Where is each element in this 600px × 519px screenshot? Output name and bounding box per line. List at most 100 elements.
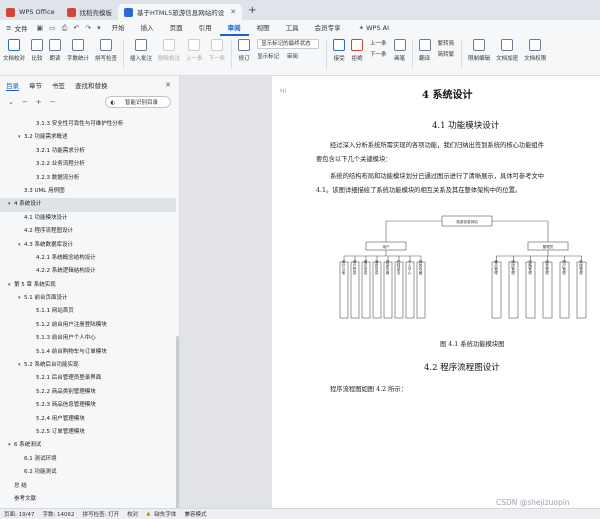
outline-item[interactable]: 5.2.3 商品信息管理模块 xyxy=(0,399,176,412)
outline-item[interactable]: 4.2 程序流程图设计 xyxy=(0,225,176,238)
outline-item[interactable]: 3.2.2 业务流程分析 xyxy=(0,158,176,171)
convert-options: 繁转简 简转繁 xyxy=(438,39,455,58)
prev-comment-button[interactable]: 上一条 xyxy=(186,39,203,62)
menu-home[interactable]: 开始 xyxy=(104,20,133,36)
page-count[interactable]: 页面: 19/47 xyxy=(4,510,34,518)
outline-item[interactable]: 5.2.4 用户管理模块 xyxy=(0,413,176,426)
outline-item[interactable]: 3.1.3 安全性可靠性与可维护性分析 xyxy=(0,118,176,131)
outline-item[interactable]: 5.1.4 前台购物车与订单模块 xyxy=(0,346,176,359)
outline-item[interactable]: ▾ 5.1 前台页面设计 xyxy=(0,292,176,305)
outline-item[interactable]: ▾ 第 5 章 系统实现 xyxy=(0,279,176,292)
outline-item[interactable]: ▾ 3.2 功能需求概述 xyxy=(0,131,176,144)
show-markup-button[interactable]: 显示标记 xyxy=(257,54,279,60)
file-menu[interactable]: ≡ 文件 xyxy=(0,23,33,33)
redo-icon[interactable]: ↷ xyxy=(82,24,94,32)
close-icon[interactable]: ✕ xyxy=(230,8,236,16)
print-icon[interactable]: ⎙ xyxy=(59,24,71,33)
smart-toc-button[interactable]: ◐ 智能识别目录 xyxy=(105,96,171,108)
outline-item[interactable]: 4.2.1 系统概念结构设计 xyxy=(0,252,176,265)
tab-toc[interactable]: 目录 xyxy=(6,80,19,91)
tab-templates[interactable]: 找稻壳模板 xyxy=(61,4,119,20)
tab-wps-office[interactable]: WPS Office xyxy=(0,4,61,20)
wps-ai-label: WPS AI xyxy=(366,24,390,32)
tab-find-replace[interactable]: 查找和替换 xyxy=(75,80,108,90)
speaker-icon xyxy=(49,39,62,51)
proofread-button[interactable]: 文档校对 xyxy=(3,39,25,62)
outline-item[interactable]: 4.1 功能模块设计 xyxy=(0,212,176,225)
outline-item[interactable]: 3.3 UML 用例图 xyxy=(0,185,176,198)
tab-document[interactable]: 基于HTML5旅游信息网站的设 ✕ xyxy=(118,4,243,20)
diagram-label: 用户登录 xyxy=(352,259,357,275)
menu-tools[interactable]: 工具 xyxy=(278,20,307,36)
expand-icon[interactable]: ⌄ xyxy=(8,98,14,106)
outline-item[interactable]: ▾ 4 系统设计 xyxy=(0,198,176,212)
tab-bookmarks[interactable]: 书签 xyxy=(52,80,65,90)
accept-button[interactable]: 接受 xyxy=(333,39,346,62)
wps-ai-button[interactable]: ✦ WPS AI xyxy=(359,24,389,32)
outline-item[interactable]: 4.2.2 系统逻辑结构设计 xyxy=(0,265,176,278)
next-change-button[interactable]: 下一条 xyxy=(370,50,387,58)
word-count-button[interactable]: 字数统计 xyxy=(67,39,89,62)
restrict-edit-button[interactable]: 限制编辑 xyxy=(468,39,490,62)
close-icon[interactable]: ✕ xyxy=(165,81,171,89)
translate-button[interactable]: 翻译 xyxy=(418,39,431,62)
outline-item[interactable]: 3.2.1 功能需求分析 xyxy=(0,145,176,158)
menu-page[interactable]: 页面 xyxy=(162,20,191,36)
add-icon[interactable]: + xyxy=(36,98,42,106)
review-pane-button[interactable]: 审阅 xyxy=(287,54,298,60)
outline-item[interactable]: 6.1 测试环境 xyxy=(0,453,176,466)
markup-row: 显示标记 审阅 xyxy=(257,52,319,60)
pen-button[interactable]: 画笔 xyxy=(393,39,406,62)
missing-font-status[interactable]: 缺失字体 xyxy=(154,510,176,518)
outline-item[interactable]: 6.2 功能测试 xyxy=(0,466,176,479)
trad-to-simp-button[interactable]: 繁转简 xyxy=(438,39,455,47)
prev-change-button[interactable]: 上一条 xyxy=(370,39,387,47)
encrypt-button[interactable]: 文档加密 xyxy=(496,39,518,62)
undo-icon[interactable]: ↶ xyxy=(70,24,82,32)
next-comment-button[interactable]: 下一条 xyxy=(209,39,225,62)
compare-button[interactable]: 比较 xyxy=(31,39,44,62)
markup-state-select[interactable]: 显示标记的最终状态 xyxy=(257,39,320,49)
outline-item[interactable]: ▾ 4.3 系统数据库设计 xyxy=(0,239,176,252)
menu-view[interactable]: 视图 xyxy=(249,20,278,36)
proof-status[interactable]: 校对 xyxy=(127,510,138,518)
outline-item[interactable]: 5.2.1 后台管理员登录界面 xyxy=(0,372,176,385)
scrollbar-thumb[interactable] xyxy=(176,336,179,519)
save-icon[interactable]: ▣ xyxy=(33,24,46,32)
new-tab-icon[interactable]: + xyxy=(248,5,256,16)
tab-chapters[interactable]: 章节 xyxy=(29,80,42,90)
outline-item[interactable]: 5.1.1 网站首页 xyxy=(0,305,176,318)
simp-to-trad-button[interactable]: 简转繁 xyxy=(438,50,455,58)
outline-item[interactable]: 5.1.3 前台用户个人中心 xyxy=(0,332,176,345)
word-count[interactable]: 字数: 14062 xyxy=(42,510,74,518)
outline-item[interactable]: 5.2.5 订单管理模块 xyxy=(0,426,176,439)
spell-check-button[interactable]: 拼写检查 xyxy=(95,39,117,62)
delete-comment-button[interactable]: 删除批注 xyxy=(158,39,180,62)
insert-comment-button[interactable]: 插入批注 xyxy=(130,39,152,62)
spell-check-status[interactable]: 拼写检查: 打开 xyxy=(83,510,120,518)
read-aloud-button[interactable]: 朗读 xyxy=(49,39,62,62)
menu-review[interactable]: 审阅 xyxy=(219,20,249,36)
outline-item[interactable]: ▾ 6 系统测试 xyxy=(0,439,176,452)
chevron-down-icon[interactable]: ▾ xyxy=(94,24,104,32)
outline-item-label: 6 系统测试 xyxy=(14,442,42,449)
diagram-label: 我的收藏 xyxy=(418,259,423,275)
outline-item[interactable]: 参考文献 xyxy=(0,493,176,506)
reject-button[interactable]: 拒绝 xyxy=(351,39,364,62)
diagram-label: 用户管理 xyxy=(561,259,566,275)
menu-member[interactable]: 会员专享 xyxy=(307,20,349,36)
menu-references[interactable]: 引用 xyxy=(191,20,220,36)
outline-item[interactable]: 5.1.2 前台用户注册登陆模块 xyxy=(0,319,176,332)
folder-icon[interactable]: ▭ xyxy=(46,24,59,32)
function-module-diagram: 旅游信息网站用户 管理员用户注册 用户登录 景点信息 酒店信息 旅游攻略 在线留言 个人中心 我… xyxy=(339,215,587,319)
permission-button[interactable]: 文档权限 xyxy=(524,39,546,62)
menu-insert[interactable]: 插入 xyxy=(133,20,162,36)
document-page[interactable]: Hi 4 系统设计 4.1 功能模块设计 经过深入分析系统所需实现的各项功能，我… xyxy=(272,76,600,508)
collapse-icon[interactable]: − xyxy=(22,98,28,106)
outline-item[interactable]: ▾ 5.2 系统后台功能实现 xyxy=(0,359,176,372)
remove-icon[interactable]: − xyxy=(50,98,56,106)
track-changes-button[interactable]: 修订 xyxy=(238,39,251,62)
outline-item[interactable]: 3.2.3 数据流分析 xyxy=(0,172,176,185)
outline-item[interactable]: 5.2.2 商品类别管理模块 xyxy=(0,386,176,399)
outline-item[interactable]: 总 结 xyxy=(0,480,176,493)
